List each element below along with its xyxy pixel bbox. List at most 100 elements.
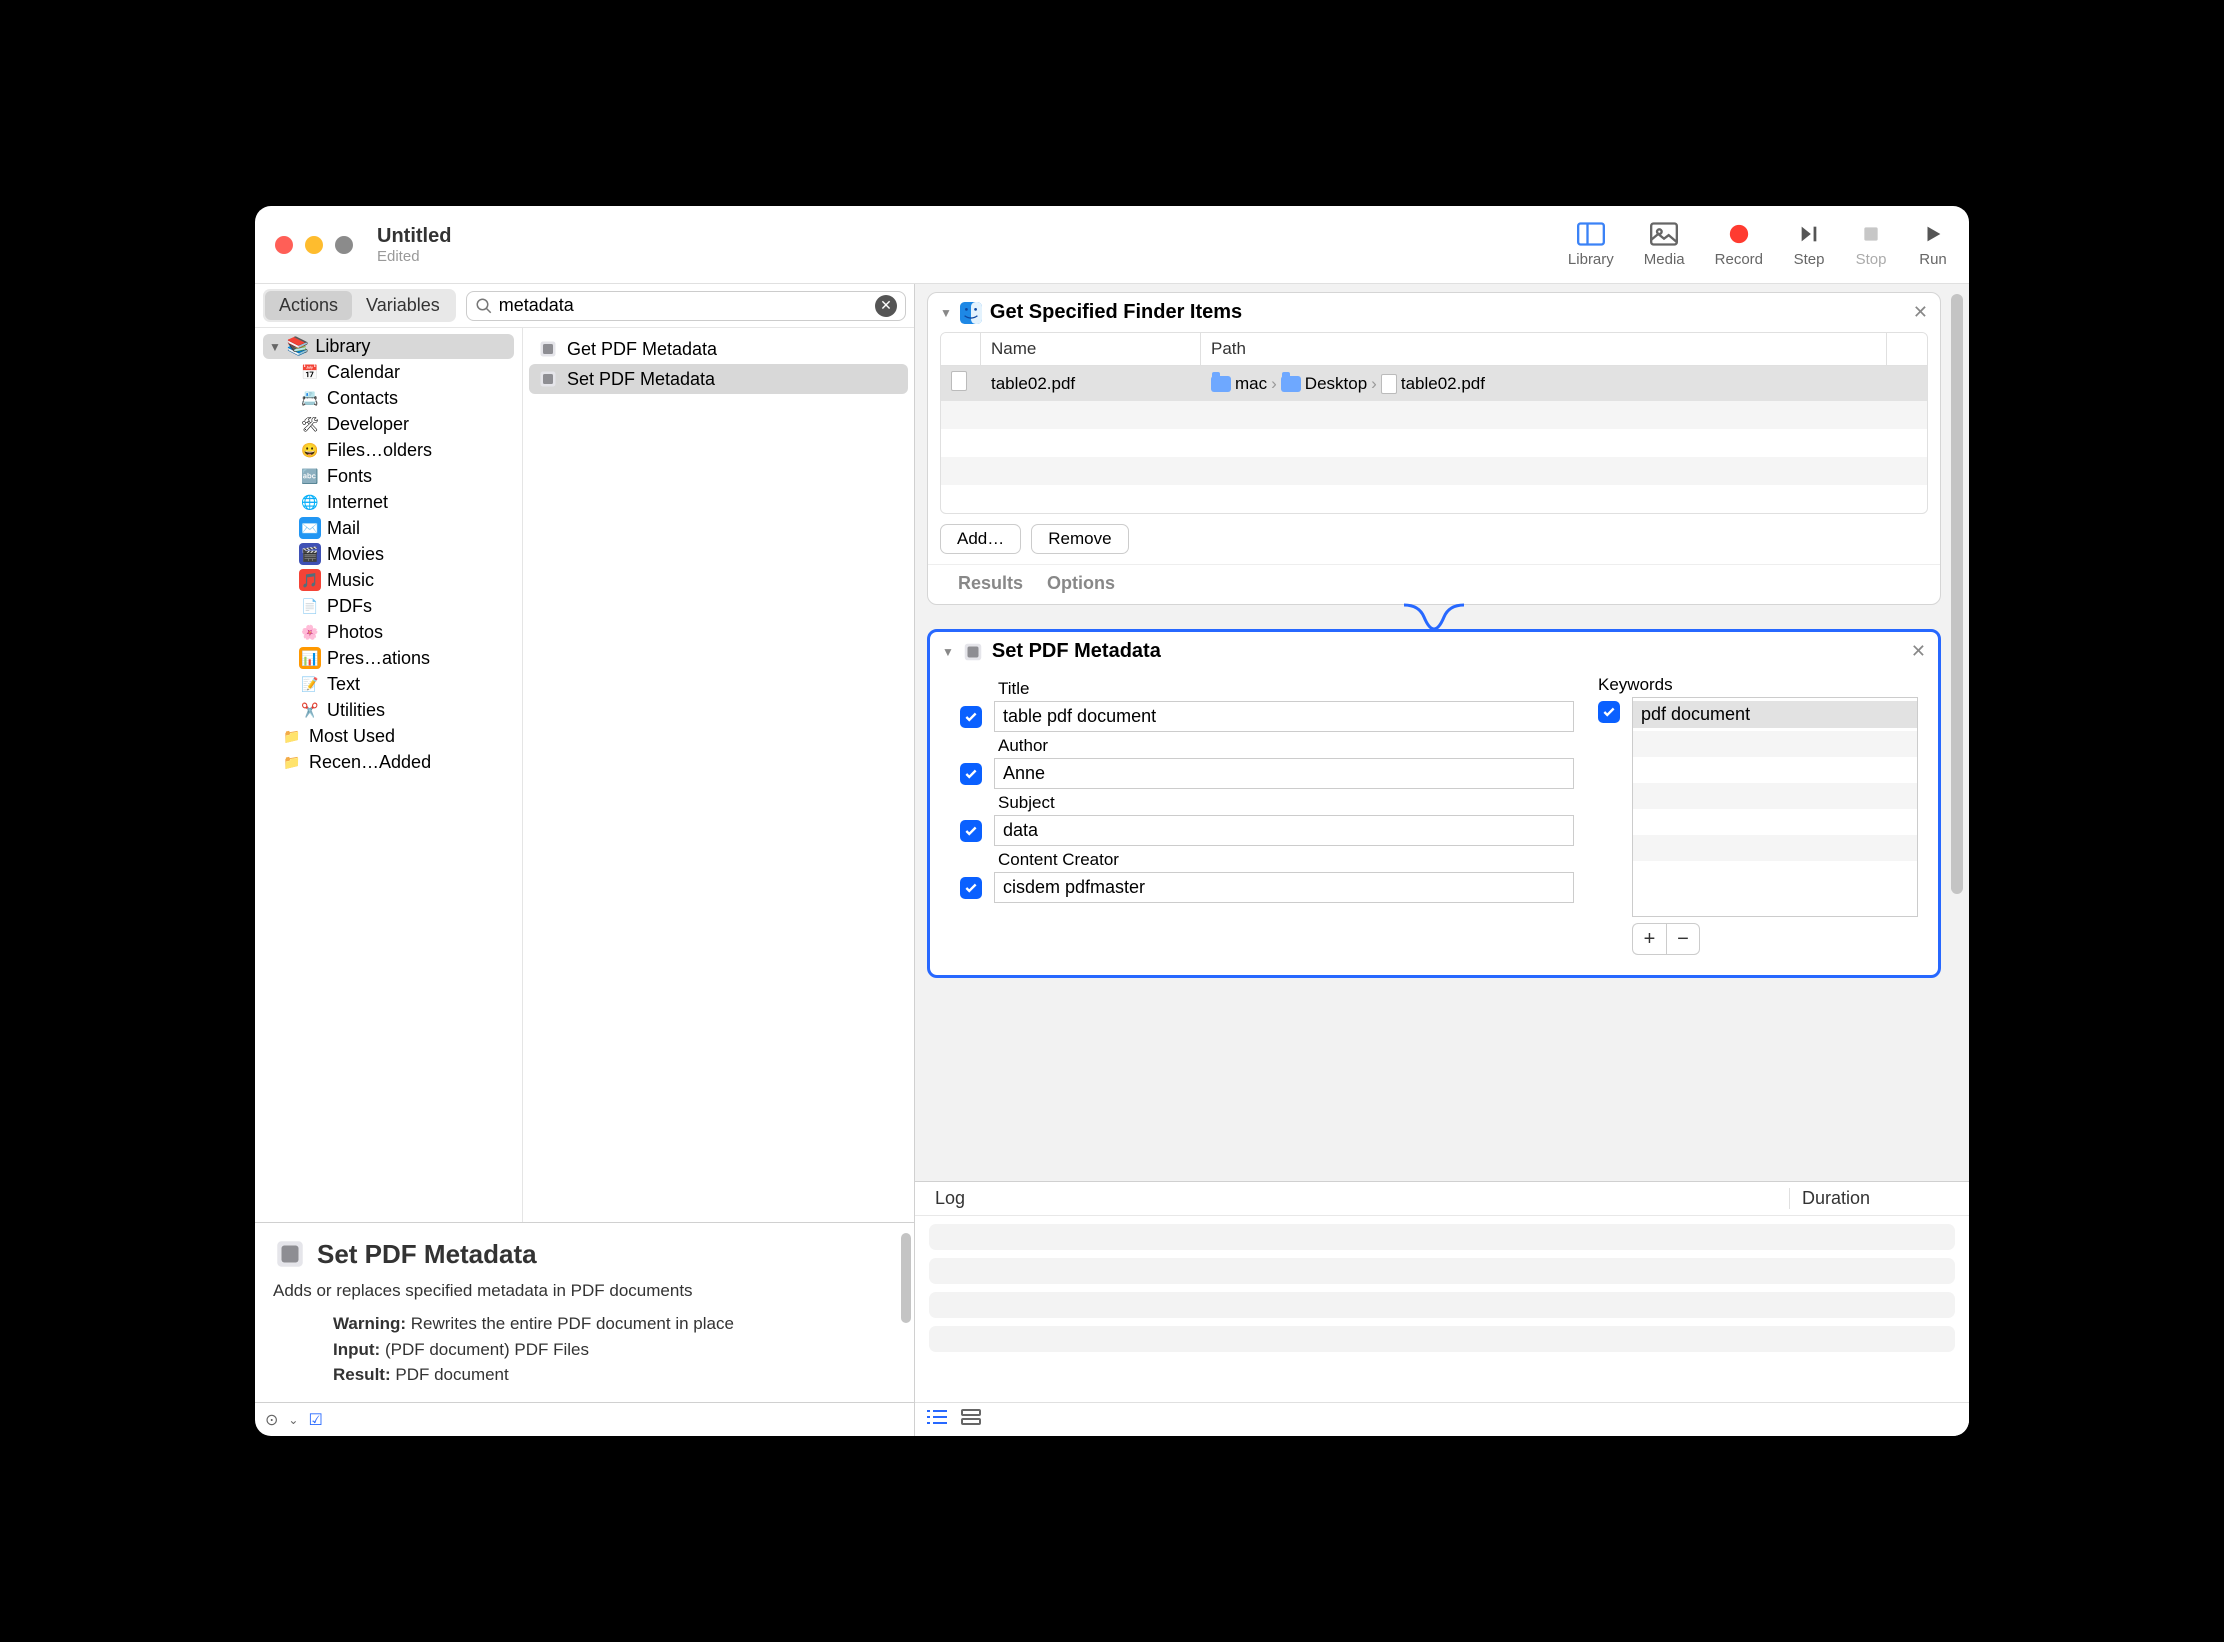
- toolbar-media-button[interactable]: Media: [1644, 221, 1685, 268]
- title-checkbox[interactable]: [960, 706, 982, 728]
- library-stack-icon: 📚: [287, 336, 309, 357]
- table-row[interactable]: table02.pdf mac› Desktop› table02.pdf: [941, 366, 1927, 401]
- library-item-movies[interactable]: 🎬Movies: [293, 541, 514, 567]
- library-item-text[interactable]: 📝Text: [293, 671, 514, 697]
- metadata-body: Title Author Subject: [930, 671, 1938, 975]
- action-header: ▼ Get Specified Finder Items ✕: [928, 293, 1940, 332]
- col-name[interactable]: Name: [981, 333, 1201, 365]
- library-area: ▼ 📚 Library 📅Calendar📇Contacts🛠Developer…: [255, 328, 914, 1222]
- action-close-button[interactable]: ✕: [1911, 641, 1926, 662]
- status-check-icon[interactable]: ☑: [308, 1410, 322, 1430]
- action-title: Get Specified Finder Items: [990, 301, 1242, 324]
- subject-checkbox[interactable]: [960, 820, 982, 842]
- keywords-list[interactable]: pdf document: [1632, 697, 1918, 917]
- author-label: Author: [998, 736, 1574, 756]
- toolbar-stop-button[interactable]: Stop: [1855, 221, 1887, 268]
- toolbar-library-label: Library: [1568, 251, 1614, 268]
- search-input[interactable]: [499, 295, 875, 316]
- library-item-photos[interactable]: 🌸Photos: [293, 619, 514, 645]
- log-col-duration[interactable]: Duration: [1789, 1188, 1949, 1209]
- library-item-developer[interactable]: 🛠Developer: [293, 411, 514, 437]
- minimize-window-button[interactable]: [305, 236, 323, 254]
- window-title-block: Untitled Edited: [377, 225, 451, 265]
- category-icon: 📄: [299, 595, 321, 617]
- close-window-button[interactable]: [275, 236, 293, 254]
- description-warning: Warning: Rewrites the entire PDF documen…: [333, 1311, 896, 1337]
- toolbar-step-button[interactable]: Step: [1793, 221, 1825, 268]
- library-item-presations[interactable]: 📊Pres…ations: [293, 645, 514, 671]
- subject-input[interactable]: [994, 815, 1574, 846]
- library-panel: Actions Variables ✕ ▼ 📚 Library: [255, 284, 914, 1222]
- tab-variables[interactable]: Variables: [352, 291, 454, 320]
- action-get-specified-finder-items[interactable]: ▼ Get Specified Finder Items ✕ Name Path: [927, 292, 1941, 605]
- action-set-pdf-metadata[interactable]: ▼ Set PDF Metadata ✕ Title Author: [927, 629, 1941, 978]
- zoom-window-button[interactable]: [335, 236, 353, 254]
- pdf-action-icon: [537, 368, 559, 390]
- toolbar-library-button[interactable]: Library: [1568, 221, 1614, 268]
- library-item-mail[interactable]: ✉️Mail: [293, 515, 514, 541]
- description-result: Result: PDF document: [333, 1362, 896, 1388]
- workflow-area[interactable]: ▼ Get Specified Finder Items ✕ Name Path: [915, 284, 1969, 1181]
- status-caret-icon[interactable]: ⌄: [288, 1413, 298, 1427]
- keyword-item[interactable]: pdf document: [1633, 701, 1917, 728]
- search-clear-button[interactable]: ✕: [875, 295, 897, 317]
- action-list-item[interactable]: Get PDF Metadata: [529, 334, 908, 364]
- library-item-internet[interactable]: 🌐Internet: [293, 489, 514, 515]
- library-item-music[interactable]: 🎵Music: [293, 567, 514, 593]
- action-close-button[interactable]: ✕: [1913, 302, 1928, 323]
- stop-icon: [1855, 221, 1887, 247]
- description-scrollbar[interactable]: [901, 1233, 911, 1323]
- finder-icon: [960, 302, 982, 324]
- tab-actions[interactable]: Actions: [265, 291, 352, 320]
- search-icon: [475, 297, 493, 315]
- log-col-log[interactable]: Log: [935, 1188, 1789, 1209]
- disclosure-triangle-icon[interactable]: ▼: [269, 340, 281, 354]
- category-icon: 📅: [299, 361, 321, 383]
- workflow-scrollbar[interactable]: [1951, 294, 1963, 894]
- log-list-view-icon[interactable]: [927, 1409, 947, 1430]
- keyword-add-button[interactable]: +: [1632, 923, 1666, 955]
- library-extra-mostused[interactable]: 📁Most Used: [275, 723, 514, 749]
- remove-button[interactable]: Remove: [1031, 524, 1128, 554]
- search-field[interactable]: ✕: [466, 291, 906, 321]
- disclosure-triangle-icon[interactable]: ▼: [942, 645, 954, 659]
- library-extra-recenadded[interactable]: 📁Recen…Added: [275, 749, 514, 775]
- action-header: ▼ Set PDF Metadata ✕: [930, 632, 1938, 671]
- library-item-fonts[interactable]: 🔤Fonts: [293, 463, 514, 489]
- library-root[interactable]: ▼ 📚 Library: [263, 334, 514, 359]
- add-button[interactable]: Add…: [940, 524, 1021, 554]
- status-dots-icon[interactable]: ⊙: [265, 1410, 278, 1430]
- author-input[interactable]: [994, 758, 1574, 789]
- library-item-utilities[interactable]: ✂️Utilities: [293, 697, 514, 723]
- library-tree[interactable]: ▼ 📚 Library 📅Calendar📇Contacts🛠Developer…: [255, 328, 523, 1222]
- library-root-label: Library: [315, 336, 370, 357]
- workflow-panel: ▼ Get Specified Finder Items ✕ Name Path: [915, 284, 1969, 1436]
- options-tab[interactable]: Options: [1047, 573, 1115, 594]
- col-path[interactable]: Path: [1201, 333, 1887, 365]
- category-icon: 🌐: [299, 491, 321, 513]
- library-item-calendar[interactable]: 📅Calendar: [293, 359, 514, 385]
- library-item-filesolders[interactable]: 😀Files…olders: [293, 437, 514, 463]
- library-item-contacts[interactable]: 📇Contacts: [293, 385, 514, 411]
- subject-label: Subject: [998, 793, 1574, 813]
- log-card-view-icon[interactable]: [961, 1409, 981, 1430]
- metadata-left: Title Author Subject: [960, 675, 1574, 955]
- traffic-lights: [275, 236, 353, 254]
- library-item-pdfs[interactable]: 📄PDFs: [293, 593, 514, 619]
- title-input[interactable]: [994, 701, 1574, 732]
- category-icon: 📊: [299, 647, 321, 669]
- toolbar-record-button[interactable]: Record: [1715, 221, 1763, 268]
- keyword-remove-button[interactable]: −: [1666, 923, 1700, 955]
- action-list-item[interactable]: Set PDF Metadata: [529, 364, 908, 394]
- metadata-right: Keywords pdf document +: [1598, 675, 1918, 955]
- author-checkbox[interactable]: [960, 763, 982, 785]
- description-title: Set PDF Metadata: [317, 1239, 537, 1270]
- creator-input[interactable]: [994, 872, 1574, 903]
- library-tabs-row: Actions Variables ✕: [255, 284, 914, 328]
- keywords-checkbox[interactable]: [1598, 701, 1620, 723]
- action-list[interactable]: Get PDF MetadataSet PDF Metadata: [523, 328, 914, 1222]
- creator-checkbox[interactable]: [960, 877, 982, 899]
- results-tab[interactable]: Results: [958, 573, 1023, 594]
- toolbar-run-button[interactable]: Run: [1917, 221, 1949, 268]
- disclosure-triangle-icon[interactable]: ▼: [940, 306, 952, 320]
